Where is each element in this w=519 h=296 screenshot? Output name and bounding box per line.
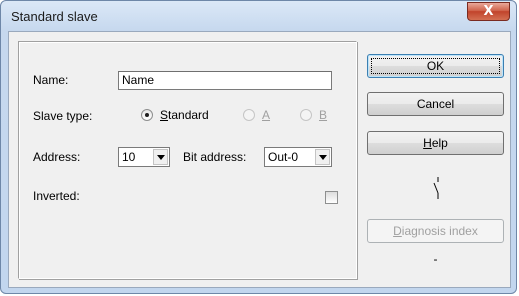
radio-b[interactable] xyxy=(300,109,312,121)
inverted-label: Inverted: xyxy=(33,189,80,203)
bit-address-label: Bit address: xyxy=(183,150,247,164)
diagnosis-index-button-label: Diagnosis index xyxy=(393,224,478,238)
open-contact-icon xyxy=(433,177,439,199)
cancel-button[interactable]: Cancel xyxy=(367,92,504,116)
name-input[interactable]: Name xyxy=(118,71,332,90)
slave-type-label: Slave type: xyxy=(33,109,93,123)
bit-address-select[interactable]: Out-0 xyxy=(264,147,332,167)
dialog-client-area: Name: Name Slave type: Standard A B Addr… xyxy=(8,31,511,288)
help-button-label: Help xyxy=(423,136,448,150)
name-label: Name: xyxy=(33,73,69,87)
close-button[interactable]: X xyxy=(467,2,510,21)
settings-group: Name: Name Slave type: Standard A B Addr… xyxy=(18,41,357,279)
diagnosis-index-button[interactable]: Diagnosis index xyxy=(367,219,504,243)
title-bar[interactable]: Standard slave X xyxy=(1,1,516,31)
close-icon: X xyxy=(483,4,494,19)
help-button[interactable]: Help xyxy=(367,131,504,155)
radio-a[interactable] xyxy=(243,109,255,121)
chevron-down-icon[interactable] xyxy=(315,149,330,165)
ok-button[interactable]: OK xyxy=(367,54,504,78)
radio-a-label[interactable]: A xyxy=(262,108,270,122)
address-value: 10 xyxy=(122,150,136,164)
chevron-down-icon[interactable] xyxy=(153,149,168,165)
inverted-checkbox[interactable] xyxy=(325,191,338,204)
cancel-button-label: Cancel xyxy=(416,97,455,111)
radio-standard[interactable] xyxy=(141,109,153,121)
radio-b-label[interactable]: B xyxy=(319,108,327,122)
window-title: Standard slave xyxy=(11,9,98,24)
bit-address-value: Out-0 xyxy=(268,150,299,164)
address-select[interactable]: 10 xyxy=(118,147,170,167)
address-label: Address: xyxy=(33,150,81,164)
dialog-window: Standard slave X Name: Name Slave type: … xyxy=(0,0,517,294)
diagnosis-value: - xyxy=(433,252,438,266)
radio-standard-label[interactable]: Standard xyxy=(160,108,209,122)
